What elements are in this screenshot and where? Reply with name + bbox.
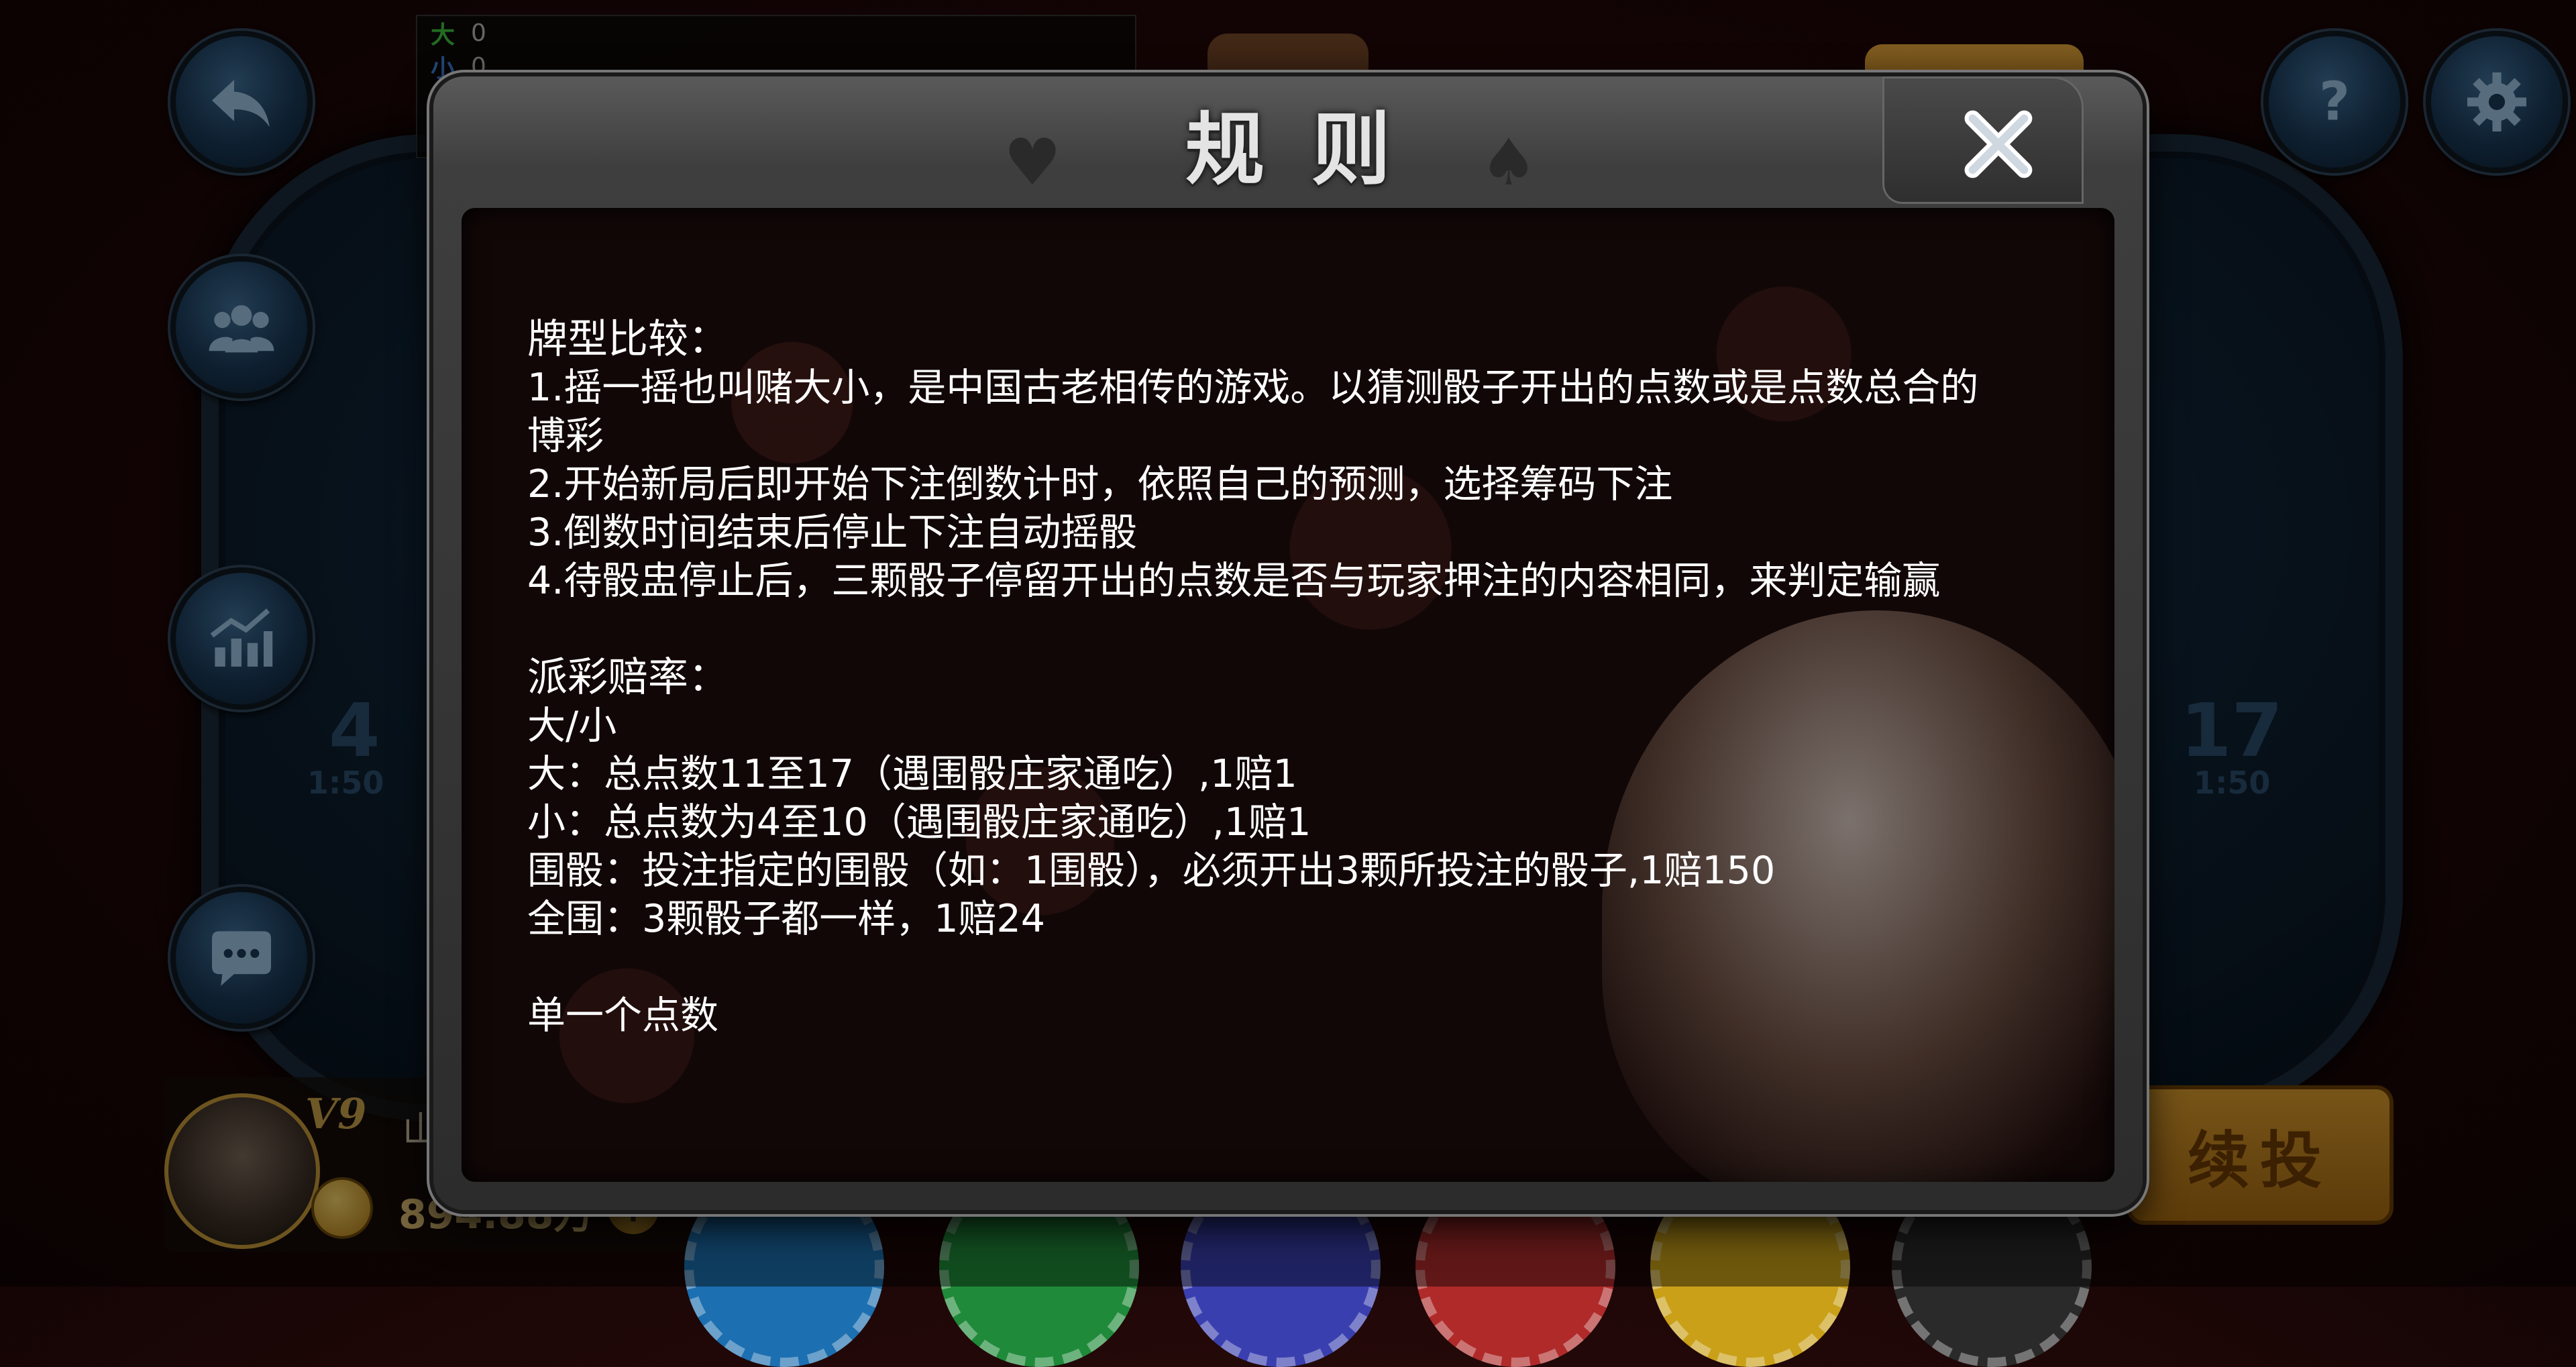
- close-button[interactable]: [1955, 101, 2042, 188]
- compare-line-1: 1.摇一摇也叫赌大小，是中国古老相传的游戏。以猜测骰子开出的点数或是点数总合的博…: [527, 366, 1979, 458]
- payout-line-3: 小：总点数为4至10（遇围骰庄家通吃）,1赔1: [527, 800, 1311, 844]
- payout-line-5: 全围：3颗骰子都一样，1赔24: [527, 897, 1046, 941]
- compare-line-2: 2.开始新局后即开始下注倒数计时，依照自己的预测，选择筹码下注: [527, 462, 1673, 506]
- section-title-payout: 派彩赔率：: [527, 654, 729, 701]
- dialog-title: 规则: [1185, 103, 1438, 196]
- spade-suit-icon: ♠: [1480, 125, 1538, 200]
- rules-text: 牌型比较： 1.摇一摇也叫赌大小，是中国古老相传的游戏。以猜测骰子开出的点数或是…: [527, 315, 2003, 1040]
- payout-line-1: 大/小: [527, 704, 617, 748]
- payout-line-4: 围骰：投注指定的围骰（如：1围骰），必须开出3颗所投注的骰子,1赔150: [527, 849, 1776, 893]
- compare-line-3: 3.倒数时间结束后停止下注自动摇骰: [527, 510, 1138, 555]
- section-title-single-point: 单一个点数: [527, 993, 718, 1038]
- compare-line-4: 4.待骰盅停止后，三颗骰子停留开出的点数是否与玩家押注的内容相同，来判定输赢: [527, 559, 1941, 603]
- section-title-compare: 牌型比较：: [527, 316, 729, 363]
- close-icon: [1964, 110, 2033, 178]
- heart-suit-icon: ♥: [1004, 125, 1062, 200]
- payout-line-2: 大：总点数11至17（遇围骰庄家通吃）,1赔1: [527, 752, 1297, 796]
